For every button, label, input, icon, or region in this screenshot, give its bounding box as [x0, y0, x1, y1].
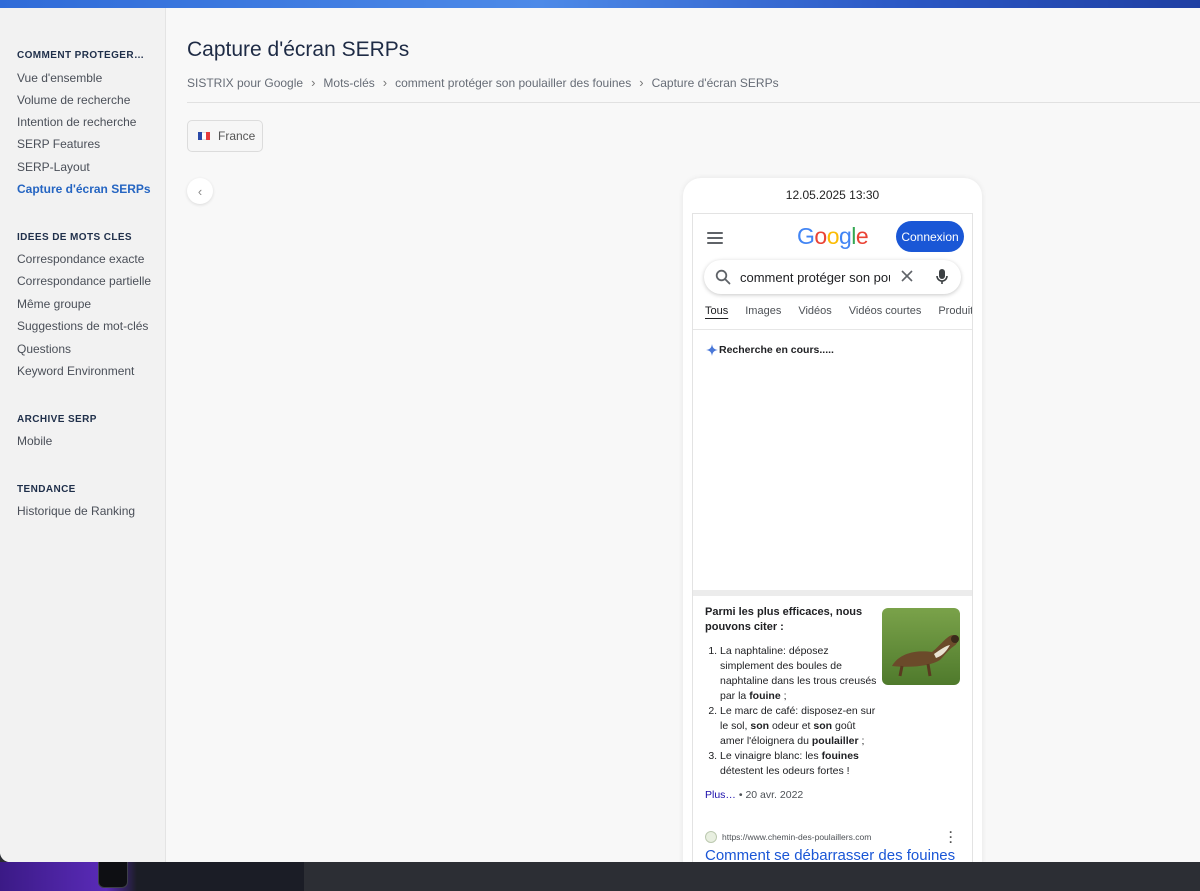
- google-tab: Tous: [705, 305, 729, 317]
- google-search-box: comment protéger son pou: [704, 260, 961, 294]
- sparkle-icon: [706, 344, 718, 356]
- app-window: COMMENT PROTÉGER S… Vue d'ensemble Volum…: [0, 8, 1200, 862]
- serp-screenshot-frame: 12.05.2025 13:30 Google Connexion commen…: [683, 178, 982, 862]
- site-favicon-icon: [705, 831, 717, 843]
- microphone-icon: [936, 269, 948, 284]
- search-icon: [715, 269, 731, 285]
- chevron-right-icon: ›: [311, 75, 316, 90]
- chevron-left-icon: ‹: [197, 183, 203, 199]
- screenshot-timestamp: 12.05.2025 13:30: [785, 188, 880, 202]
- more-link: Plus…: [705, 789, 736, 801]
- loading-text: Recherche en cours.....: [719, 344, 834, 356]
- more-options-icon: · · ·: [949, 825, 953, 849]
- stone-marten-image: [882, 608, 960, 685]
- sidebar-item-exact-match[interactable]: Correspondance exacte: [17, 252, 144, 266]
- sidebar-item-ranking-history[interactable]: Historique de Ranking: [17, 504, 135, 518]
- featured-snippet-title: Parmi les plus efficaces, nous pouvons c…: [705, 606, 863, 633]
- chevron-right-icon: ›: [639, 75, 644, 90]
- sidebar-section-title: ARCHIVE SERP: [17, 414, 97, 425]
- result-url: https://www.chemin-des-poulaillers.com: [722, 832, 872, 842]
- google-tab: Produit: [938, 305, 973, 317]
- search-query: comment protéger son pou: [740, 270, 890, 285]
- sidebar-item-questions[interactable]: Questions: [17, 342, 71, 356]
- snippet-meta: Plus… • 20 avr. 2022: [705, 789, 803, 801]
- france-flag-icon: [198, 132, 210, 140]
- hamburger-menu-icon: [707, 232, 723, 244]
- breadcrumb-item[interactable]: SISTRIX pour Google: [187, 76, 303, 90]
- list-item-text: La naphtaline: déposez simplement des bo…: [720, 645, 877, 702]
- divider: [187, 102, 1200, 103]
- google-tab: Vidéos: [798, 305, 832, 317]
- google-tab: Images: [745, 305, 782, 317]
- sidebar: COMMENT PROTÉGER S… Vue d'ensemble Volum…: [0, 8, 166, 862]
- serp-screenshot: Google Connexion comment protéger son po…: [692, 213, 973, 862]
- list-item: La naphtaline: déposez simplement des bo…: [720, 644, 881, 704]
- sidebar-section-title: COMMENT PROTÉGER S…: [17, 50, 147, 61]
- list-item-text: Le vinaigre blanc: les fouines détestent…: [720, 750, 859, 777]
- top-accent-strip: [0, 0, 1200, 8]
- sidebar-section-title: TENDANCE: [17, 484, 76, 495]
- sidebar-item-overview[interactable]: Vue d'ensemble: [17, 71, 102, 85]
- sidebar-item-serp-layout[interactable]: SERP-Layout: [17, 160, 90, 174]
- snippet-date: 20 avr. 2022: [745, 789, 804, 801]
- login-button: Connexion: [896, 221, 964, 252]
- clear-icon: [901, 270, 913, 282]
- breadcrumb: SISTRIX pour Google › Mots-clés › commen…: [187, 75, 779, 90]
- sidebar-item-serp-features[interactable]: SERP Features: [17, 137, 100, 151]
- list-item-text: Le marc de café: disposez-en sur le sol,…: [720, 705, 876, 747]
- sidebar-item-keyword-environment[interactable]: Keyword Environment: [17, 364, 134, 378]
- result-title: Comment se débarrasser des fouines: [705, 847, 956, 862]
- list-item: Le marc de café: disposez-en sur le sol,…: [720, 704, 881, 749]
- google-tabs: Tous Images Vidéos Vidéos courtes Produi…: [705, 305, 973, 317]
- list-item: Le vinaigre blanc: les fouines détestent…: [720, 749, 881, 779]
- page-title: Capture d'écran SERPs: [187, 38, 410, 61]
- ai-loading-indicator: Recherche en cours.....: [706, 344, 834, 356]
- google-logo: Google: [797, 223, 869, 249]
- breadcrumb-item-current: Capture d'écran SERPs: [651, 75, 779, 90]
- featured-snippet-list: La naphtaline: déposez simplement des bo…: [705, 644, 881, 779]
- sidebar-item-same-group[interactable]: Même groupe: [17, 297, 91, 311]
- breadcrumb-item[interactable]: Mots-clés: [323, 76, 374, 90]
- sidebar-item-serp-screenshot[interactable]: Capture d'écran SERPs: [17, 182, 151, 196]
- desktop-background: [0, 862, 304, 891]
- main-content: Capture d'écran SERPs SISTRIX pour Googl…: [166, 8, 1200, 862]
- country-label: France: [218, 129, 256, 143]
- sidebar-item-partial-match[interactable]: Correspondance partielle: [17, 274, 151, 288]
- desktop-background-right: [304, 862, 1200, 891]
- sidebar-item-mobile[interactable]: Mobile: [17, 434, 52, 448]
- chevron-right-icon: ›: [382, 75, 388, 90]
- section-separator: [693, 590, 972, 596]
- sidebar-item-search-intent[interactable]: Intention de recherche: [17, 115, 136, 129]
- google-tab: Vidéos courtes: [848, 305, 922, 317]
- sidebar-section-title: IDÉES DE MOTS CLÉS: [17, 232, 132, 243]
- breadcrumb-item[interactable]: comment protéger son poulailler des foui…: [395, 76, 631, 90]
- country-selector[interactable]: France: [187, 120, 263, 152]
- divider: [693, 329, 972, 330]
- sidebar-item-search-volume[interactable]: Volume de recherche: [17, 93, 130, 107]
- sidebar-item-keyword-suggestions[interactable]: Suggestions de mot-clés: [17, 319, 148, 333]
- previous-button[interactable]: ‹: [187, 178, 213, 204]
